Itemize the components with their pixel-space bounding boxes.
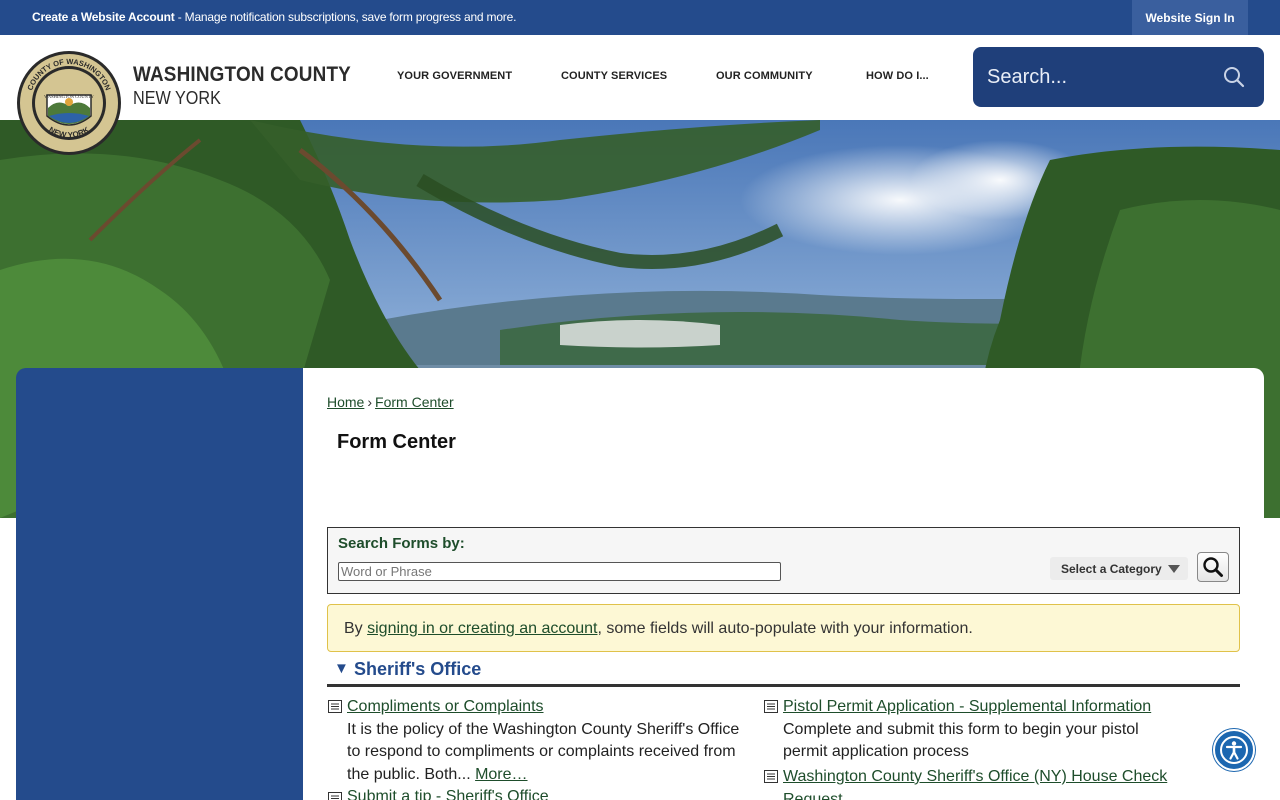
- magnifier-icon: [1203, 557, 1223, 577]
- form-description-line: to respond to compliments or complaints …: [347, 743, 736, 760]
- search-forms-input[interactable]: [338, 562, 781, 581]
- collapse-arrow-icon[interactable]: ▼: [334, 660, 349, 677]
- form-document-icon: [764, 770, 778, 783]
- notice-sign-in-link[interactable]: signing in or creating an account: [367, 620, 597, 637]
- site-search: [973, 47, 1264, 107]
- county-seal-logo[interactable]: WASHINGTON COUNTY COUNTY OF WASHINGTON N…: [16, 50, 122, 156]
- section-title[interactable]: Sheriff's Office: [354, 659, 481, 680]
- form-more-link[interactable]: More…: [475, 766, 527, 783]
- nav-our-community[interactable]: OUR COMMUNITY: [716, 70, 813, 82]
- create-account-description: - Manage notification subscriptions, sav…: [174, 10, 517, 24]
- accessibility-icon: [1220, 736, 1248, 764]
- notice-prefix: By: [344, 620, 368, 637]
- create-account-message[interactable]: Create a Website Account - Manage notifi…: [32, 10, 516, 24]
- search-forms-panel: Search Forms by: Select a Category: [327, 527, 1240, 594]
- form-link-pistol-permit[interactable]: Pistol Permit Application - Supplemental…: [783, 698, 1151, 715]
- category-select[interactable]: Select a Category: [1050, 557, 1188, 580]
- nav-county-services[interactable]: COUNTY SERVICES: [561, 70, 667, 82]
- sign-in-notice: By signing in or creating an account, so…: [327, 604, 1240, 652]
- search-icon[interactable]: [1222, 65, 1246, 89]
- nav-how-do-i[interactable]: HOW DO I...: [866, 70, 929, 82]
- svg-text:WASHINGTON COUNTY: WASHINGTON COUNTY: [44, 94, 95, 99]
- website-sign-in-button[interactable]: Website Sign In: [1132, 0, 1248, 35]
- search-forms-label: Search Forms by:: [338, 535, 465, 552]
- county-name[interactable]: WASHINGTON COUNTY: [133, 63, 351, 87]
- form-document-icon: [328, 792, 342, 800]
- search-forms-button[interactable]: [1197, 552, 1229, 582]
- create-account-link[interactable]: Create a Website Account: [32, 10, 175, 24]
- dropdown-arrow-icon: [1168, 565, 1180, 573]
- form-document-icon: [328, 700, 342, 713]
- page-title: Form Center: [337, 431, 456, 453]
- form-title-line: Washington County Sheriff's Office (NY) …: [783, 768, 1168, 785]
- site-search-input[interactable]: [987, 61, 1207, 93]
- accessibility-button[interactable]: [1213, 729, 1255, 771]
- form-title-line: Request: [783, 790, 843, 800]
- breadcrumb-home-link[interactable]: Home: [327, 394, 364, 410]
- form-description-line: Complete and submit this form to begin y…: [783, 720, 1139, 738]
- nav-your-government[interactable]: YOUR GOVERNMENT: [397, 70, 512, 82]
- breadcrumb: Home › Form Center: [327, 394, 454, 410]
- form-link-submit-tip[interactable]: Submit a tip - Sheriff's Office: [347, 788, 549, 800]
- left-sidebar-panel: [16, 368, 303, 800]
- state-name[interactable]: NEW YORK: [133, 88, 221, 109]
- form-list-item: Submit a tip - Sheriff's Office: [347, 786, 549, 800]
- form-description-line: the public. Both...: [347, 765, 476, 783]
- form-list-item: Compliments or Complaints It is the poli…: [347, 696, 739, 786]
- top-account-bar: Create a Website Account - Manage notifi…: [0, 0, 1280, 35]
- breadcrumb-form-center-link[interactable]: Form Center: [375, 394, 454, 410]
- notice-suffix: , some fields will auto-populate with yo…: [597, 620, 973, 637]
- form-list-item: Washington County Sheriff's Office (NY) …: [783, 766, 1167, 800]
- form-list-item: Pistol Permit Application - Supplemental…: [783, 696, 1151, 764]
- section-sheriffs-office[interactable]: ▼ Sheriff's Office: [327, 658, 1240, 687]
- form-document-icon: [764, 700, 778, 713]
- form-description-line: permit application process: [783, 743, 969, 760]
- breadcrumb-separator: ›: [367, 394, 373, 410]
- form-link-compliments-complaints[interactable]: Compliments or Complaints: [347, 698, 544, 715]
- category-select-label: Select a Category: [1061, 561, 1162, 576]
- form-description-line: It is the policy of the Washington Count…: [347, 720, 740, 738]
- form-link-house-check[interactable]: Washington County Sheriff's Office (NY) …: [783, 768, 1167, 800]
